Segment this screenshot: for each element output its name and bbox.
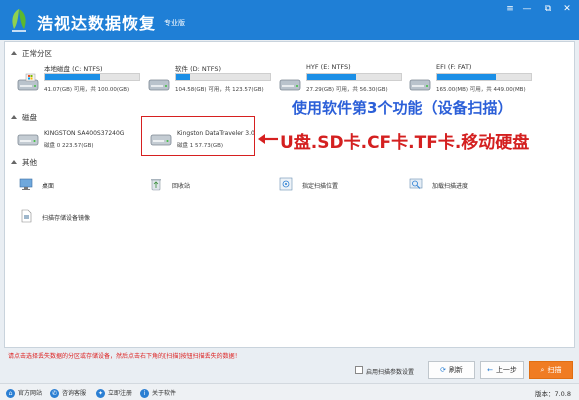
app-logo-icon: [12, 9, 26, 32]
partition-item-c[interactable]: 本地磁盘 (C: NTFS) 41.07(GB) 可用，共 100.00(GB): [17, 63, 157, 103]
usage-bar: [44, 73, 140, 81]
info-icon: i: [140, 389, 149, 398]
annotation-line-2: U盘.SD卡.CF卡.TF卡.移动硬盘: [280, 133, 530, 153]
register-link[interactable]: ✦ 立即注册: [96, 388, 132, 398]
collapse-triangle-icon: [11, 160, 17, 164]
arrow-left-icon: [258, 134, 278, 144]
refresh-icon: ⟳: [440, 366, 446, 374]
desktop-icon: [19, 178, 33, 190]
section-header-disks[interactable]: 磁盘: [11, 112, 37, 123]
main-panel: 正常分区 本地磁盘 (C: NTFS) 41.07(GB) 可用，共 100.0…: [4, 41, 575, 348]
annotation-line-1: 使用软件第3个功能（设备扫描）: [292, 99, 513, 117]
hard-disk-icon: [17, 134, 39, 146]
usage-bar: [175, 73, 271, 81]
disk-name: KINGSTON SA400S37240G: [44, 130, 125, 137]
disk-info: 磁盘 0 223.57(GB): [44, 143, 94, 149]
usage-bar-fill: [437, 74, 497, 80]
collapse-triangle-icon: [11, 51, 17, 55]
arrow-back-icon: ←: [487, 366, 493, 374]
highlight-box: [141, 116, 255, 156]
disk-image-icon: [21, 209, 32, 223]
drive-icon: [148, 79, 170, 91]
drive-icon: [409, 79, 431, 91]
partition-info: 41.07(GB) 可用，共 100.00(GB): [44, 87, 130, 93]
scan-button[interactable]: ⌕ 扫描: [529, 361, 573, 379]
maximize-button[interactable]: ⧉: [541, 3, 555, 15]
disk-item-0[interactable]: KINGSTON SA400S37240G 磁盘 0 223.57(GB): [17, 126, 137, 158]
usage-bar-fill: [176, 74, 191, 80]
edition-label: 专业版: [164, 19, 185, 27]
version-label: 版本：7.0.8: [534, 390, 571, 398]
collapse-triangle-icon: [11, 115, 17, 119]
usage-bar: [306, 73, 402, 81]
drive-icon: [279, 79, 301, 91]
section-header-partitions[interactable]: 正常分区: [11, 48, 52, 59]
footer-bar: ⌂ 官方网站 ✆ 咨询客服 ✦ 立即注册 i 关于软件 版本：7.0.8: [0, 383, 579, 400]
official-site-link[interactable]: ⌂ 官方网站: [6, 388, 42, 398]
usage-bar: [436, 73, 532, 81]
partition-name: EFI (F: FAT): [436, 63, 472, 71]
back-button[interactable]: ← 上一步: [480, 361, 524, 379]
partition-name: HYF (E: NTFS): [306, 63, 351, 71]
minimize-button[interactable]: —: [520, 3, 534, 15]
refresh-button[interactable]: ⟳ 刷新: [428, 361, 475, 379]
partition-info: 27.29(GB) 可用，共 56.30(GB): [306, 87, 388, 93]
partition-item-d[interactable]: 软件 (D: NTFS) 104.58(GB) 可用，共 123.57(GB): [148, 63, 288, 103]
section-header-other[interactable]: 其他: [11, 157, 37, 168]
drive-icon: [17, 73, 39, 91]
load-progress-icon: [409, 178, 423, 189]
app-title: 浩视达数据恢复: [37, 14, 157, 33]
title-bar: 浩视达数据恢复 专业版 ≡ — ⧉ ✕: [0, 0, 579, 40]
key-icon: ✦: [96, 389, 105, 398]
customer-service-link[interactable]: ✆ 咨询客服: [50, 388, 86, 398]
menu-icon[interactable]: ≡: [503, 3, 517, 15]
partition-name: 软件 (D: NTFS): [175, 65, 221, 73]
close-button[interactable]: ✕: [560, 3, 574, 15]
usage-bar-fill: [307, 74, 356, 80]
partition-info: 165.00(MB) 可用，共 449.00(MB): [436, 87, 526, 93]
partition-name: 本地磁盘 (C: NTFS): [44, 65, 103, 73]
usage-bar-fill: [45, 74, 101, 80]
home-icon: ⌂: [6, 389, 15, 398]
about-link[interactable]: i 关于软件: [140, 388, 176, 398]
partition-info: 104.58(GB) 可用，共 123.57(GB): [175, 87, 264, 93]
search-icon: ⌕: [540, 366, 545, 374]
target-location-icon: [279, 177, 293, 191]
scan-params-label: 启用扫描参数设置: [366, 369, 415, 376]
scan-params-checkbox[interactable]: [355, 366, 363, 374]
status-message: 请点击选择丢失数据的分区或存储设备，然后点击右下角的[扫描]按钮扫描丢失的数据！: [8, 353, 241, 360]
chat-icon: ✆: [50, 389, 59, 398]
recycle-bin-icon: [151, 179, 161, 191]
